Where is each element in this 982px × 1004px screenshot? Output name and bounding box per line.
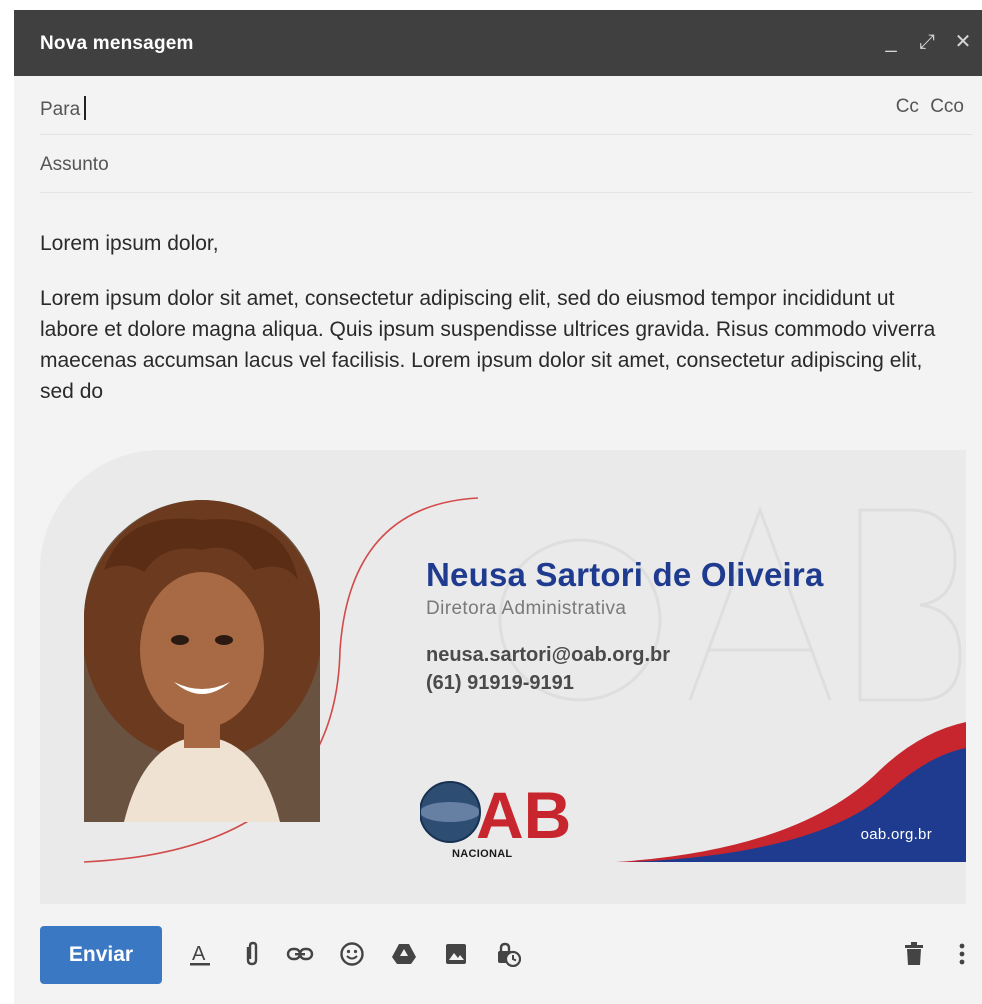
compose-title: Nova mensagem <box>40 33 194 54</box>
oab-nacional-label: NACIONAL <box>452 848 513 860</box>
oab-logo-letters: AB <box>476 778 571 852</box>
image-icon[interactable] <box>440 938 472 970</box>
signature-website[interactable]: oab.org.br <box>861 826 932 843</box>
email-signature: Neusa Sartori de Oliveira Diretora Admin… <box>40 450 966 904</box>
compose-titlebar: Nova mensagem _ ⤢ ✕ <box>14 10 982 76</box>
signature-phone: (61) 91919-9191 <box>426 672 574 694</box>
link-icon[interactable] <box>284 938 316 970</box>
message-body[interactable]: Lorem ipsum dolor, Lorem ipsum dolor sit… <box>40 228 940 431</box>
drive-icon[interactable] <box>388 938 420 970</box>
compose-toolbar: Enviar A <box>14 910 982 1004</box>
signature-email[interactable]: neusa.sartori@oab.org.br <box>426 644 670 667</box>
to-field[interactable]: Para Cc Cco <box>40 76 972 135</box>
minimize-icon[interactable]: _ <box>880 28 902 56</box>
cc-link[interactable]: Cc <box>896 96 919 117</box>
signature-role: Diretora Administrativa <box>426 598 627 619</box>
text-caret <box>84 96 87 120</box>
expand-icon[interactable]: ⤢ <box>916 28 938 56</box>
message-greeting: Lorem ipsum dolor, <box>40 232 219 255</box>
compose-window: Nova mensagem _ ⤢ ✕ Para Cc Cco Assunto … <box>14 10 982 1004</box>
to-label: Para <box>40 99 81 120</box>
trash-icon[interactable] <box>898 938 930 970</box>
subject-field[interactable]: Assunto <box>40 134 972 193</box>
attach-icon[interactable] <box>236 938 268 970</box>
close-icon[interactable]: ✕ <box>952 28 974 56</box>
message-paragraph: Lorem ipsum dolor sit amet, consectetur … <box>40 287 936 403</box>
signature-name: Neusa Sartori de Oliveira <box>426 556 824 593</box>
bcc-link[interactable]: Cco <box>930 96 964 117</box>
send-button[interactable]: Enviar <box>40 926 162 984</box>
confidential-icon[interactable] <box>492 938 524 970</box>
more-options-icon[interactable] <box>946 938 978 970</box>
profile-photo <box>84 500 320 822</box>
format-text-icon[interactable]: A <box>184 938 216 970</box>
subject-label: Assunto <box>40 154 109 175</box>
emoji-icon[interactable] <box>336 938 368 970</box>
svg-text:A: A <box>192 943 206 965</box>
